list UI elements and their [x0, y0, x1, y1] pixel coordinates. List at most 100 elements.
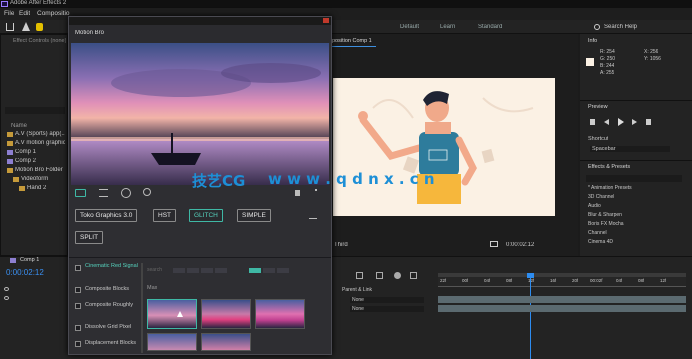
- effects-item[interactable]: Audio: [588, 203, 601, 209]
- mb-divider: [69, 257, 331, 258]
- layer-switches: [4, 287, 64, 327]
- meter-cell: [173, 268, 185, 273]
- motion-bro-title: Motion Bro: [75, 30, 105, 36]
- watermark-right: w w w . q d n x . c n: [268, 170, 435, 188]
- workspace-default[interactable]: Default: [400, 24, 419, 30]
- category-checkbox[interactable]: [75, 303, 81, 309]
- effects-item[interactable]: Cinema 4D: [588, 239, 613, 245]
- layer-bar[interactable]: [438, 296, 686, 303]
- more-icon[interactable]: [315, 189, 317, 197]
- category-item[interactable]: Displacement Blocks: [85, 340, 139, 347]
- ruler-label: 08f: [638, 278, 645, 283]
- home-icon[interactable]: [6, 23, 14, 31]
- workspace-learn[interactable]: Learn: [440, 24, 455, 30]
- preview-panel-title[interactable]: Preview: [588, 104, 608, 110]
- preset-thumbnail[interactable]: [147, 333, 197, 351]
- filter-chip[interactable]: HST: [153, 209, 176, 222]
- playhead-handle[interactable]: [527, 273, 534, 278]
- preset-thumbnail[interactable]: [201, 333, 251, 351]
- menu-edit[interactable]: Edit: [19, 10, 30, 17]
- timeline-tab[interactable]: Comp 1: [20, 257, 39, 263]
- work-area-bar[interactable]: [438, 273, 686, 277]
- playhead[interactable]: [530, 273, 531, 359]
- motion-blur-icon[interactable]: [394, 272, 401, 279]
- filter-chip[interactable]: SIMPLE: [237, 209, 271, 222]
- download-icon[interactable]: [309, 211, 317, 219]
- prev-frame-icon[interactable]: [604, 119, 609, 125]
- effects-item[interactable]: Boris FX Mocha: [588, 221, 624, 227]
- comp-mini-flowchart-icon[interactable]: [356, 272, 363, 279]
- eye-icon[interactable]: [4, 287, 9, 291]
- effects-search-field[interactable]: [586, 175, 682, 182]
- effects-item[interactable]: * Animation Presets: [588, 185, 632, 191]
- effects-item[interactable]: 3D Channel: [588, 194, 614, 200]
- zoom-select[interactable]: Third: [334, 242, 348, 248]
- search-icon[interactable]: [143, 188, 151, 196]
- list-item[interactable]: Motion Bro Folder: [15, 167, 63, 173]
- project-list: A.V (Sports) app(...) A.V motion graphic…: [5, 131, 67, 231]
- menu-composition[interactable]: Compositio: [37, 10, 70, 17]
- list-item[interactable]: Hand 2: [27, 185, 46, 191]
- workspace-standard[interactable]: Standard: [478, 24, 502, 30]
- ruler-label: 04f: [484, 278, 491, 283]
- layer-bar[interactable]: [438, 305, 686, 312]
- category-checkbox[interactable]: [75, 341, 81, 347]
- info-panel-title[interactable]: Info: [588, 38, 597, 44]
- project-search-field[interactable]: [5, 107, 65, 114]
- play-icon[interactable]: [618, 118, 624, 126]
- first-frame-icon[interactable]: [590, 119, 595, 125]
- ruler-label: 12f: [660, 278, 667, 283]
- selection-tool-icon[interactable]: [22, 22, 30, 31]
- parent-link-header: Parent & Link: [342, 287, 373, 293]
- category-item[interactable]: Dissolve Grid Pixel: [85, 324, 139, 331]
- close-icon[interactable]: [323, 18, 329, 23]
- list-item[interactable]: Comp 2: [15, 158, 36, 164]
- graph-editor-icon[interactable]: [410, 272, 417, 279]
- effects-item[interactable]: Channel: [588, 230, 607, 236]
- settings-sliders-icon[interactable]: [99, 189, 108, 197]
- effects-panel-title[interactable]: Effects & Presets: [588, 164, 630, 170]
- parent-select[interactable]: None: [350, 306, 424, 312]
- folder-icon[interactable]: [75, 189, 86, 197]
- last-frame-icon[interactable]: [646, 119, 651, 125]
- search-icon[interactable]: [594, 24, 600, 30]
- list-item[interactable]: A.V (Sports) app(...): [15, 131, 65, 137]
- info-b: B: 244: [600, 63, 615, 69]
- category-scrollbar[interactable]: [141, 263, 143, 353]
- preset-thumbnail[interactable]: [147, 299, 197, 329]
- filter-chip[interactable]: SPLIT: [75, 231, 104, 244]
- list-item[interactable]: Comp 1: [15, 149, 36, 155]
- list-item[interactable]: A.V motion graphic...: [15, 140, 65, 146]
- ruler-label: 00:02f: [590, 278, 603, 283]
- preset-thumbnail[interactable]: [201, 299, 251, 329]
- time-ruler[interactable]: 22f 00f 04f 08f 12f 16f 20f 00:02f 04f 0…: [438, 273, 686, 287]
- category-item[interactable]: Composite Roughly: [85, 302, 139, 309]
- category-checkbox[interactable]: [75, 325, 81, 331]
- camera-icon[interactable]: [490, 241, 498, 247]
- color-swatch: [586, 58, 594, 66]
- category-item[interactable]: Cinematic Red Signal: [85, 263, 139, 270]
- category-checkbox[interactable]: [75, 265, 81, 271]
- parent-select[interactable]: None: [350, 297, 424, 303]
- volume-icon[interactable]: [295, 190, 300, 196]
- preset-thumbnail[interactable]: [255, 299, 305, 329]
- eye-icon[interactable]: [4, 296, 9, 300]
- viewer-tab[interactable]: position Comp 1: [332, 38, 372, 44]
- effect-controls-tab[interactable]: Effect Controls (none): [13, 38, 66, 44]
- ruler-label: 20f: [572, 278, 579, 283]
- category-checkbox[interactable]: [75, 287, 81, 293]
- speed-gauge-icon[interactable]: [121, 188, 131, 198]
- timeline-timecode[interactable]: 0:00:02:12: [6, 268, 44, 277]
- filter-chip-active[interactable]: GLITCH: [189, 209, 223, 222]
- next-frame-icon[interactable]: [632, 119, 637, 125]
- category-item[interactable]: Composite Blocks: [85, 286, 139, 293]
- hand-tool-icon[interactable]: [36, 23, 43, 31]
- search-help-input[interactable]: Search Help: [604, 24, 637, 30]
- draft-3d-icon[interactable]: [376, 272, 383, 279]
- effects-item[interactable]: Blur & Sharpen: [588, 212, 622, 218]
- menu-file[interactable]: File: [4, 10, 14, 17]
- list-item[interactable]: Videoform: [21, 176, 48, 182]
- filter-chip[interactable]: Toko Graphics 3.0: [75, 209, 138, 222]
- shortcut-select[interactable]: Spacebar: [590, 146, 670, 152]
- preset-search-hint[interactable]: search: [147, 267, 162, 273]
